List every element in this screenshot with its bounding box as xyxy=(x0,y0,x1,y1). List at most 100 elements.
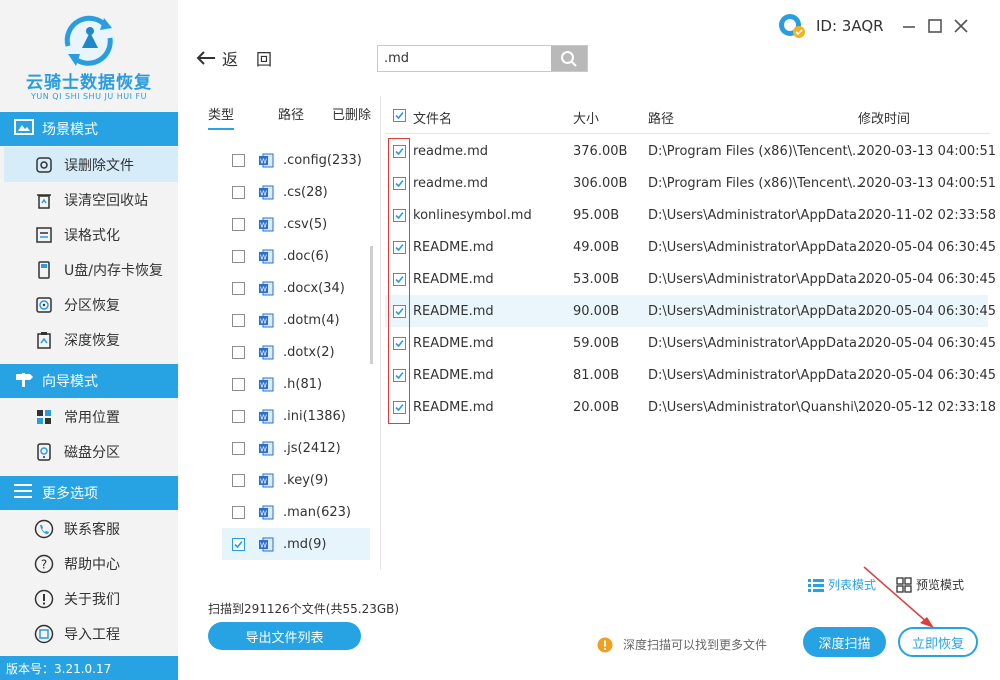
file-type-label: .h(81) xyxy=(283,376,323,392)
svg-text:W: W xyxy=(260,317,267,325)
svg-text:W: W xyxy=(260,445,267,453)
file-type-item[interactable]: W .key(9) xyxy=(222,464,370,496)
file-type-item[interactable]: W .csv(5) xyxy=(222,208,370,240)
close-button[interactable] xyxy=(948,14,974,38)
file-type-item[interactable]: W .dotm(4) xyxy=(222,304,370,336)
usb-drive-icon xyxy=(34,260,54,280)
file-type-item[interactable]: W .ini(1386) xyxy=(222,400,370,432)
tab-deleted[interactable]: 已删除 xyxy=(332,104,371,130)
sidebar-item-common-location[interactable]: 常用位置 xyxy=(4,399,178,434)
file-type-item[interactable]: W .h(81) xyxy=(222,368,370,400)
deep-scan-hint-text: 深度扫描可以找到更多文件 xyxy=(623,638,768,652)
svg-text:W: W xyxy=(260,285,267,293)
info-icon xyxy=(34,589,54,609)
checkbox[interactable] xyxy=(232,249,245,263)
table-row[interactable]: README.md 59.00B D:\Users\Administrator\Ap… xyxy=(385,327,996,359)
svg-text:W: W xyxy=(260,509,267,517)
maximize-button[interactable] xyxy=(922,14,948,38)
file-type-item[interactable]: W .config(233) xyxy=(222,144,370,176)
recycle-bin-icon xyxy=(34,190,54,210)
sidebar-item-label: 误删除文件 xyxy=(64,157,134,174)
back-button[interactable]: 返回 xyxy=(196,46,290,70)
minimize-button[interactable] xyxy=(896,14,922,38)
guide-icon xyxy=(14,371,36,391)
svg-text:W: W xyxy=(260,189,267,197)
column-size[interactable]: 大小 xyxy=(573,108,599,127)
sidebar-item-format[interactable]: 误格式化 xyxy=(4,217,178,252)
tab-path[interactable]: 路径 xyxy=(278,104,304,130)
file-modified-cell: 2020-05-04 06:30:45 xyxy=(858,368,997,383)
sidebar-item-customer-service[interactable]: 联系客服 xyxy=(4,511,178,546)
checkbox[interactable] xyxy=(232,345,245,359)
type-list-scrollbar[interactable] xyxy=(370,246,373,364)
checkbox[interactable] xyxy=(232,217,245,231)
file-type-item[interactable]: W .cs(28) xyxy=(222,176,370,208)
file-type-item[interactable]: W .dotx(2) xyxy=(222,336,370,368)
file-modified-cell: 2020-03-13 04:00:51 xyxy=(858,144,997,159)
sidebar-item-usb-recovery[interactable]: U盘/内存卡恢复 xyxy=(4,252,178,287)
checkbox[interactable] xyxy=(232,505,245,519)
sidebar-item-help-center[interactable]: ? 帮助中心 xyxy=(4,546,178,581)
menu-icon xyxy=(14,484,36,502)
sidebar-item-about[interactable]: 关于我们 xyxy=(4,581,178,616)
sidebar-item-label: 帮助中心 xyxy=(64,556,120,573)
table-row[interactable]: README.md 20.00B D:\Users\Administrator\Qu… xyxy=(385,391,996,423)
table-row[interactable]: README.md 81.00B D:\Users\Administrator\Ap… xyxy=(385,359,996,391)
file-type-item[interactable]: W .js(2412) xyxy=(222,432,370,464)
export-file-list-button[interactable]: 导出文件列表 xyxy=(208,622,361,650)
table-row[interactable]: konlinesymbol.md 95.00B D:\Users\Administr… xyxy=(385,199,996,231)
sidebar-item-partition-recovery[interactable]: 分区恢复 xyxy=(4,287,178,322)
search-input[interactable] xyxy=(378,46,552,71)
file-type-item[interactable]: W .man(623) xyxy=(222,496,370,528)
sidebar-item-import-project[interactable]: 导入工程 xyxy=(4,616,178,651)
sidebar-item-label: 常用位置 xyxy=(64,409,120,426)
file-type-item[interactable]: W .docx(34) xyxy=(222,272,370,304)
file-type-item[interactable]: W .md(9) xyxy=(222,528,370,560)
svg-text:W: W xyxy=(260,349,267,357)
search-icon xyxy=(561,50,577,67)
search-button[interactable] xyxy=(551,46,587,71)
annotation-arrow xyxy=(863,566,934,628)
select-all-checkbox[interactable] xyxy=(393,109,406,124)
sidebar-item-label: 误格式化 xyxy=(64,227,120,244)
file-path-cell: D:\Program Files (x86)\Tencent\... xyxy=(648,176,865,191)
checkbox[interactable] xyxy=(232,473,245,487)
table-row[interactable]: README.md 90.00B D:\Users\Administrator\Ap… xyxy=(385,295,996,327)
sidebar-item-deleted-files[interactable]: 误删除文件 xyxy=(4,147,178,182)
column-path[interactable]: 路径 xyxy=(648,108,674,127)
checkbox[interactable] xyxy=(232,185,245,199)
checkbox[interactable] xyxy=(232,409,245,423)
checkbox[interactable] xyxy=(232,281,245,295)
deep-recover-icon xyxy=(34,330,54,350)
sidebar-item-deep-recovery[interactable]: 深度恢复 xyxy=(4,322,178,357)
column-name[interactable]: 文件名 xyxy=(413,108,452,127)
sidebar-item-recycle-bin[interactable]: 误清空回收站 xyxy=(4,182,178,217)
checkbox[interactable] xyxy=(232,377,245,391)
column-modified[interactable]: 修改时间 xyxy=(858,108,910,127)
brand-title: 云骑士数据恢复 xyxy=(26,73,152,93)
file-size-cell: 59.00B xyxy=(573,336,620,351)
table-row[interactable]: readme.md 306.00B D:\Program Files (x86)\T… xyxy=(385,167,996,199)
word-file-icon: W xyxy=(259,441,274,456)
sidebar: 云骑士数据恢复 YUN QI SHI SHU JU HUI FU 场景模式 误删… xyxy=(0,0,178,680)
table-row[interactable]: README.md 53.00B D:\Users\Administrator\Ap… xyxy=(385,263,996,295)
file-type-list: W .config(233) W .cs(28) W .csv(5) W .doc(6) W .d… xyxy=(222,144,370,560)
word-file-icon: W xyxy=(259,537,274,552)
word-file-icon: W xyxy=(259,281,274,296)
file-size-cell: 376.00B xyxy=(573,144,628,159)
user-id-badge[interactable]: ID: 3AQR xyxy=(778,13,884,39)
file-type-item[interactable]: W .doc(6) xyxy=(222,240,370,272)
table-row[interactable]: README.md 49.00B D:\Users\Administrator\Ap… xyxy=(385,231,996,263)
tab-type[interactable]: 类型 xyxy=(208,104,235,130)
checkbox[interactable] xyxy=(232,537,245,551)
checkbox[interactable] xyxy=(232,441,245,455)
table-row[interactable]: readme.md 376.00B D:\Program Files (x86)\T… xyxy=(385,135,996,167)
common-location-icon xyxy=(34,407,54,427)
word-file-icon: W xyxy=(259,345,274,360)
file-name-cell: readme.md xyxy=(413,176,488,191)
checkbox[interactable] xyxy=(232,153,245,167)
sidebar-item-disk-partition[interactable]: 磁盘分区 xyxy=(4,434,178,469)
checkbox[interactable] xyxy=(232,313,245,327)
svg-text:W: W xyxy=(260,221,267,229)
file-path-cell: D:\Users\Administrator\AppData... xyxy=(648,336,870,351)
